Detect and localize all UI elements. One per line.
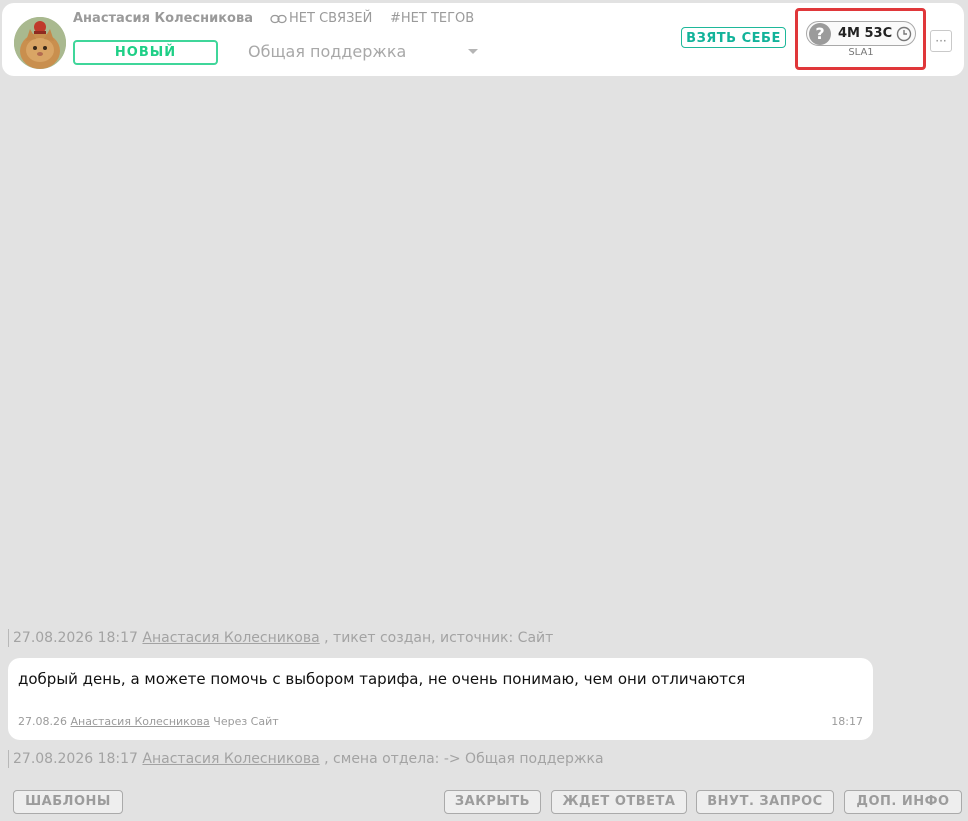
message-date: 27.08.26 bbox=[18, 715, 67, 728]
tags-indicator[interactable]: #НЕТ ТЕГОВ bbox=[390, 11, 474, 26]
ticket-header: Анастасия Колесникова НЕТ СВЯЗЕЙ #НЕТ ТЕ… bbox=[2, 3, 964, 76]
event-author-link[interactable]: Анастасия Колесникова bbox=[142, 630, 319, 646]
sla-time-value: 4М 53С bbox=[838, 26, 893, 41]
ticket-created-event: 27.08.2026 18:17 Анастасия Колесникова ,… bbox=[8, 629, 553, 647]
message-author-link[interactable]: Анастасия Колесникова bbox=[70, 715, 209, 728]
department-select[interactable]: Общая поддержка bbox=[248, 41, 478, 63]
message-source: Через Сайт bbox=[213, 715, 279, 728]
status-badge[interactable]: НОВЫЙ bbox=[73, 40, 218, 65]
question-icon[interactable]: ? bbox=[809, 23, 831, 45]
message-text: добрый день, а можете помочь с выбором т… bbox=[18, 670, 746, 688]
awaiting-reply-button[interactable]: ЖДЕТ ОТВЕТА bbox=[551, 790, 687, 814]
internal-request-button[interactable]: ВНУТ. ЗАПРОС bbox=[696, 790, 834, 814]
message-time: 18:17 bbox=[831, 715, 863, 728]
customer-message: добрый день, а можете помочь с выбором т… bbox=[8, 658, 873, 740]
links-indicator[interactable]: НЕТ СВЯЗЕЙ bbox=[270, 11, 372, 26]
department-value: Общая поддержка bbox=[248, 42, 407, 61]
department-change-event: 27.08.2026 18:17 Анастасия Колесникова ,… bbox=[8, 750, 604, 768]
cat-avatar-image bbox=[14, 17, 66, 69]
event-datetime: 27.08.2026 18:17 bbox=[13, 751, 138, 767]
additional-info-button[interactable]: ДОП. ИНФО bbox=[844, 790, 962, 814]
event-datetime: 27.08.2026 18:17 bbox=[13, 630, 138, 646]
sla-timer[interactable]: ? 4М 53С bbox=[806, 21, 916, 46]
templates-button[interactable]: ШАБЛОНЫ bbox=[13, 790, 123, 814]
more-options-button[interactable]: ··· bbox=[930, 30, 952, 52]
event-author-link[interactable]: Анастасия Колесникова bbox=[142, 751, 319, 767]
take-ticket-button[interactable]: ВЗЯТЬ СЕБЕ bbox=[681, 27, 786, 48]
clock-icon bbox=[896, 26, 912, 42]
sla-label: SLA1 bbox=[848, 47, 874, 58]
chevron-down-icon bbox=[468, 49, 478, 54]
event-text: , смена отдела: -> Общая поддержка bbox=[324, 751, 604, 767]
close-ticket-button[interactable]: ЗАКРЫТЬ bbox=[444, 790, 541, 814]
links-label: НЕТ СВЯЗЕЙ bbox=[289, 11, 373, 26]
user-name[interactable]: Анастасия Колесникова bbox=[73, 11, 253, 26]
user-avatar[interactable] bbox=[14, 17, 66, 69]
link-icon bbox=[270, 14, 287, 23]
message-meta: 27.08.26 Анастасия Колесникова Через Сай… bbox=[18, 715, 279, 728]
event-text: , тикет создан, источник: Сайт bbox=[324, 630, 554, 646]
